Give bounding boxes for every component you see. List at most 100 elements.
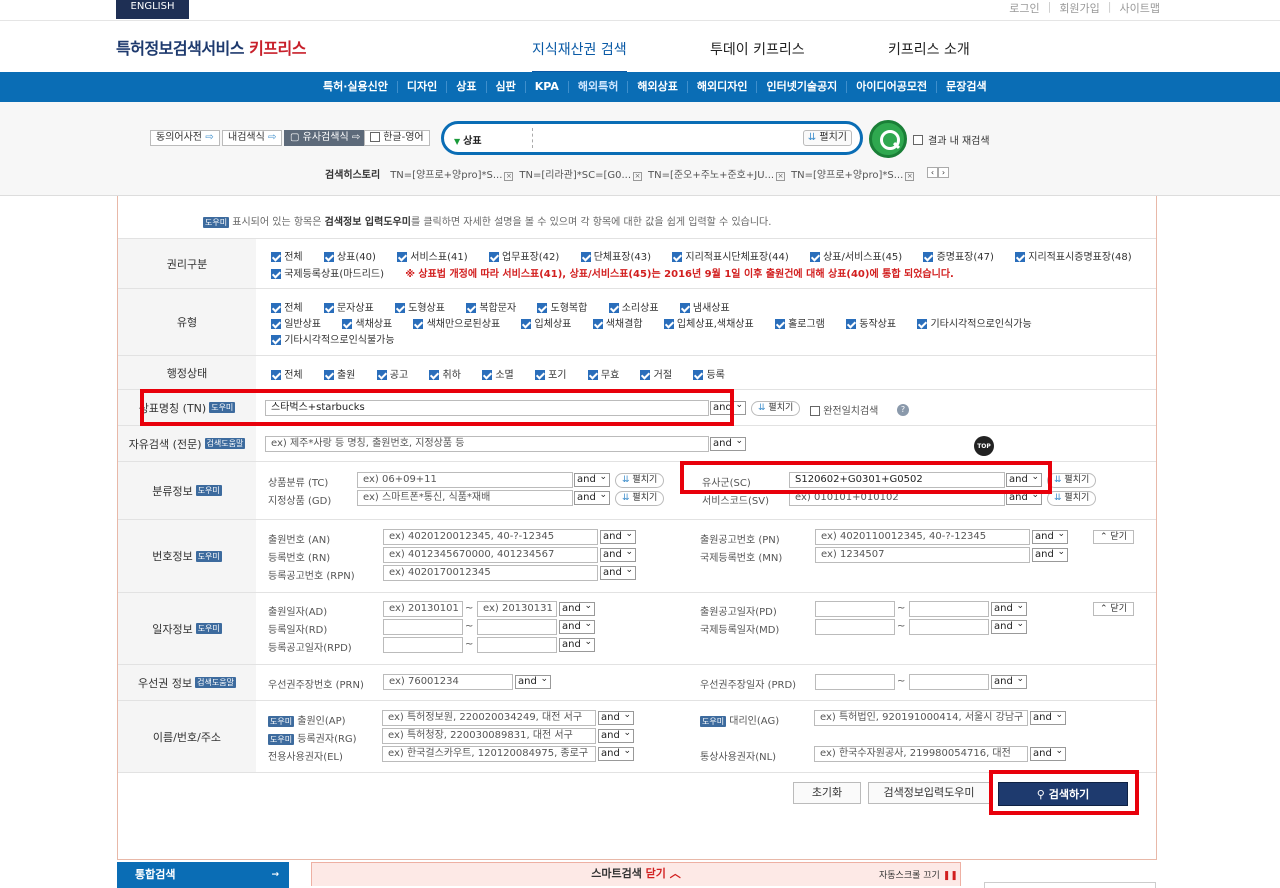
registration-date-to[interactable]: [477, 619, 557, 635]
intl-registration-date-from[interactable]: [815, 619, 895, 635]
subnav-trademark[interactable]: 상표: [447, 81, 487, 93]
close-icon[interactable]: ×: [776, 172, 786, 181]
nl-operator-select[interactable]: and: [1030, 745, 1066, 761]
applicant-input[interactable]: ex) 특허정보원, 220020034249, 대전 서구: [382, 710, 596, 726]
close-icon[interactable]: ×: [633, 172, 643, 181]
reg-publication-date-to[interactable]: [477, 637, 557, 653]
number-close-button[interactable]: ⌃ 닫기: [1093, 530, 1134, 544]
english-link[interactable]: ENGLISH: [116, 0, 189, 19]
login-link[interactable]: 로그인: [1009, 0, 1039, 16]
reg-publication-number-input[interactable]: ex) 4020170012345: [383, 565, 598, 581]
category-select[interactable]: ▼ 상표: [454, 132, 482, 147]
auto-scroll-toggle[interactable]: 자동스크롤 끄기 ❚❚: [879, 868, 958, 881]
priority-date-to[interactable]: [909, 674, 989, 690]
subnav-patent[interactable]: 특허·실용신안: [314, 81, 398, 93]
ad-operator-select[interactable]: and: [559, 600, 595, 616]
checkbox[interactable]: [913, 134, 923, 145]
search-helper-button[interactable]: 검색정보입력도우미: [868, 782, 990, 804]
priority-date-from[interactable]: [815, 674, 895, 690]
right-holder-input[interactable]: ex) 특허청장, 220030089831, 대전 서구: [382, 728, 596, 744]
prn-operator-select[interactable]: and: [515, 673, 551, 689]
history-item[interactable]: TN=[양프로+양pro]*S... ×: [390, 166, 514, 181]
mn-operator-select[interactable]: and: [1032, 546, 1068, 562]
sc-expand-button[interactable]: ⇊ 펼치기: [1047, 473, 1097, 488]
my-query-button[interactable]: 내검색식 ⇨: [222, 130, 283, 146]
registration-number-input[interactable]: ex) 4012345670000, 401234567: [383, 547, 598, 563]
application-number-input[interactable]: ex) 4020120012345, 40-?-12345: [383, 529, 598, 545]
pd-operator-select[interactable]: and: [991, 600, 1027, 616]
rg-operator-select[interactable]: and: [598, 727, 634, 743]
sitemap-link[interactable]: 사이트맵: [1120, 0, 1160, 16]
intl-registration-date-to[interactable]: [909, 619, 989, 635]
signup-link[interactable]: 회원가입: [1059, 0, 1099, 16]
close-icon[interactable]: ×: [504, 172, 514, 181]
chevron-left-icon[interactable]: ‹: [927, 167, 938, 178]
similar-query-button[interactable]: ▢ 유사검색식 ⇨: [284, 130, 367, 146]
history-item[interactable]: TN=[리라관]*SC=[G0... ×: [519, 166, 643, 181]
publication-number-input[interactable]: ex) 4020110012345, 40-?-12345: [815, 529, 1030, 545]
gd-operator-select[interactable]: and: [574, 489, 610, 505]
free-operator-select[interactable]: and: [710, 435, 746, 451]
ap-operator-select[interactable]: and: [598, 709, 634, 725]
prd-operator-select[interactable]: and: [991, 673, 1027, 689]
application-date-from[interactable]: ex) 20130101: [383, 601, 463, 617]
exact-match-option[interactable]: 완전일치검색: [810, 402, 878, 417]
chevron-right-icon[interactable]: ›: [938, 167, 949, 178]
subnav-foreign-patent[interactable]: 해외특허: [569, 81, 629, 93]
nav-about-kipris[interactable]: 키프리스 소개: [888, 39, 970, 59]
help-icon[interactable]: ?: [897, 402, 909, 416]
synonym-dict-button[interactable]: 동의어사전 ⇨: [150, 130, 220, 146]
intl-registration-number-input[interactable]: ex) 1234507: [815, 547, 1030, 563]
history-item[interactable]: TN=[양프로+양pro]*S... ×: [791, 166, 915, 181]
subnav-sentence-search[interactable]: 문장검색: [937, 81, 995, 93]
date-close-button[interactable]: ⌃ 닫기: [1093, 602, 1134, 616]
search-help-badge[interactable]: 검색도움말: [204, 438, 246, 449]
subnav-trial[interactable]: 심판: [487, 81, 526, 93]
publication-date-from[interactable]: [815, 601, 895, 617]
tn-expand-button[interactable]: ⇊ 펼치기: [751, 401, 801, 416]
non-exclusive-licensee-input[interactable]: ex) 한국수자원공사, 219980054716, 대전: [814, 746, 1028, 762]
nav-ip-search[interactable]: 지식재산권 검색: [532, 39, 627, 74]
priority-number-input[interactable]: ex) 76001234: [383, 674, 513, 690]
svc-expand-button[interactable]: ⇊ 펼치기: [1047, 491, 1097, 506]
publication-date-to[interactable]: [909, 601, 989, 617]
checkbox[interactable]: [370, 132, 380, 142]
logo[interactable]: 특허정보검색서비스 키프리스: [116, 35, 306, 59]
pn-operator-select[interactable]: and: [1032, 528, 1068, 544]
rd-operator-select[interactable]: and: [559, 618, 595, 634]
subnav-idea-contest[interactable]: 아이디어공모전: [847, 81, 938, 93]
subnav-tech-disclosure[interactable]: 인터넷기술공지: [757, 81, 848, 93]
exclusive-licensee-input[interactable]: ex) 한국걸스카우트, 120120084975, 종로구: [382, 746, 596, 762]
reset-button[interactable]: 초기화: [793, 782, 861, 804]
research-in-results[interactable]: 결과 내 재검색: [913, 132, 990, 147]
history-item[interactable]: TN=[준오+주노+준호+JU... ×: [648, 166, 786, 181]
subnav-kpa[interactable]: KPA: [526, 81, 569, 93]
application-date-to[interactable]: ex) 20130131: [477, 601, 557, 617]
korean-english-toggle[interactable]: 한글-영어: [364, 130, 430, 146]
expand-button[interactable]: ⇊ 펼치기: [802, 130, 852, 146]
subnav-foreign-trademark[interactable]: 해외상표: [628, 81, 688, 93]
el-operator-select[interactable]: and: [598, 745, 634, 761]
class-tc-input[interactable]: ex) 06+09+11: [357, 472, 573, 488]
subnav-foreign-design[interactable]: 해외디자인: [688, 81, 758, 93]
registration-date-from[interactable]: [383, 619, 463, 635]
rpd-operator-select[interactable]: and: [559, 636, 595, 652]
an-operator-select[interactable]: and: [600, 528, 636, 544]
ag-operator-select[interactable]: and: [1030, 709, 1066, 725]
gd-expand-button[interactable]: ⇊ 펼치기: [615, 491, 665, 506]
rpn-operator-select[interactable]: and: [600, 564, 636, 580]
rn-operator-select[interactable]: and: [600, 546, 636, 562]
md-operator-select[interactable]: and: [991, 618, 1027, 634]
scroll-top-button[interactable]: TOP: [974, 436, 994, 456]
smart-search-bar[interactable]: 스마트검색 닫기 ︿: [311, 862, 961, 886]
designated-goods-input[interactable]: ex) 스마트폰*통신, 식품*재배: [357, 490, 573, 506]
search-go-button[interactable]: [869, 120, 907, 158]
close-icon[interactable]: ×: [905, 172, 915, 181]
free-search-input[interactable]: ex) 제주*사랑 등 명칭, 출원번호, 지정상품 등: [265, 436, 709, 452]
reg-publication-date-from[interactable]: [383, 637, 463, 653]
subnav-design[interactable]: 디자인: [398, 81, 448, 93]
tc-operator-select[interactable]: and: [574, 471, 610, 487]
agent-input[interactable]: ex) 특허법인, 920191000414, 서울시 강남구: [814, 710, 1028, 726]
nav-today-kipris[interactable]: 투데이 키프리스: [710, 39, 805, 59]
integrated-search-tab[interactable]: 통합검색 →: [117, 862, 289, 888]
